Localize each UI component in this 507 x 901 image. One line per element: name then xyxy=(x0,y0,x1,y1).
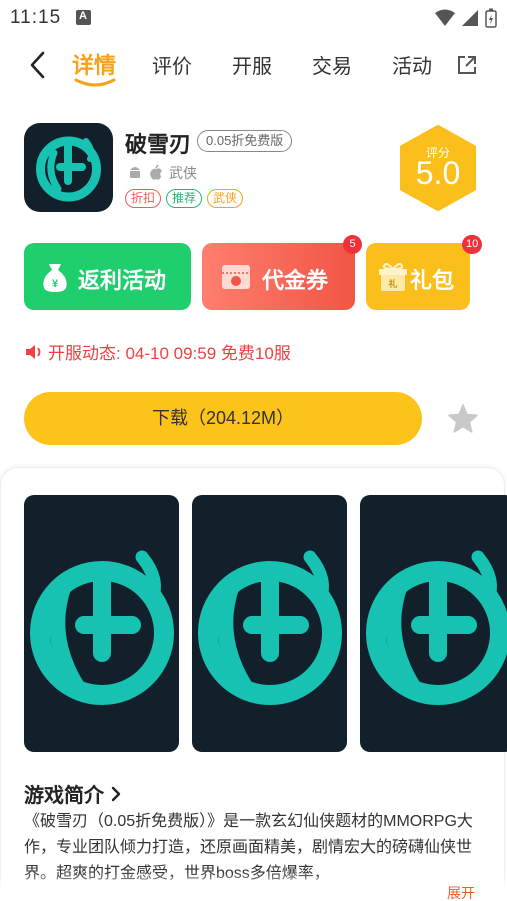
android-icon xyxy=(130,167,140,178)
game-logo-icon xyxy=(198,550,342,705)
svg-text:¥: ¥ xyxy=(52,278,59,290)
status-bar: 11:15 xyxy=(0,0,507,36)
tag-genre: 武侠 xyxy=(207,189,244,208)
wifi-icon xyxy=(435,9,455,26)
game-logo-icon xyxy=(36,136,101,202)
share-external-icon[interactable] xyxy=(456,54,478,76)
gift-box-icon: 礼 xyxy=(379,263,407,291)
voucher-count-badge: 5 xyxy=(343,235,362,254)
tab-trade[interactable]: 交易 xyxy=(312,50,352,79)
intro-title[interactable]: 游戏简介 xyxy=(24,779,122,808)
apple-icon xyxy=(150,165,162,180)
chevron-right-icon xyxy=(111,786,121,801)
app-name: 破雪刃 xyxy=(125,132,192,157)
active-tab-underline xyxy=(74,78,116,87)
version-badge: 0.05折免费版 xyxy=(197,130,293,152)
notification-a-icon xyxy=(76,10,91,25)
platform-row: 武侠 xyxy=(127,163,197,183)
back-arrow-icon[interactable] xyxy=(24,50,54,80)
gift-count-badge: 10 xyxy=(462,235,483,254)
rating-value: 5.0 xyxy=(415,155,461,191)
voucher-ticket-icon xyxy=(222,265,250,289)
svg-text:礼: 礼 xyxy=(388,278,397,289)
status-time: 11:15 xyxy=(10,7,62,28)
tag-recommended: 推荐 xyxy=(166,189,203,208)
gift-button[interactable]: 礼 礼包 10 xyxy=(366,235,483,310)
battery-icon xyxy=(485,8,497,28)
server-news[interactable]: 开服动态: 04-10 09:59 免费10服 xyxy=(24,339,291,364)
rebate-label: 返利活动 xyxy=(78,268,167,293)
rating-badge: 评分 5.0 xyxy=(398,125,478,211)
expand-button[interactable]: 展开 xyxy=(447,883,475,901)
money-bag-icon: ¥ xyxy=(43,264,67,292)
voucher-label: 代金券 xyxy=(262,268,329,293)
tab-reviews[interactable]: 评价 xyxy=(152,50,192,79)
gift-label: 礼包 xyxy=(410,268,455,293)
screenshot-item[interactable] xyxy=(24,495,179,752)
intro-title-text: 游戏简介 xyxy=(24,785,104,807)
tab-events[interactable]: 活动 xyxy=(392,50,432,79)
game-logo-icon xyxy=(366,550,507,705)
tab-servers[interactable]: 开服 xyxy=(232,50,272,79)
screenshot-item[interactable] xyxy=(360,495,507,752)
speaker-icon xyxy=(26,344,41,359)
rebate-button[interactable]: ¥ 返利活动 xyxy=(24,243,191,310)
download-button[interactable]: 下载（204.12M） xyxy=(24,392,422,445)
game-logo-icon xyxy=(30,550,174,705)
status-icons xyxy=(435,8,497,28)
favorite-star-icon[interactable] xyxy=(447,403,479,435)
detail-tab-bar: 详情 评价 开服 交易 活动 xyxy=(0,40,507,96)
app-category: 武侠 xyxy=(169,165,197,181)
signal-icon xyxy=(462,10,478,26)
screenshot-item[interactable] xyxy=(192,495,347,752)
tab-detail[interactable]: 详情 xyxy=(72,48,116,80)
server-news-text: 开服动态: 04-10 09:59 免费10服 xyxy=(48,344,291,363)
voucher-button[interactable]: 代金券 5 xyxy=(202,235,362,310)
intro-fade xyxy=(0,872,507,901)
app-tags: 折扣 推荐 武侠 xyxy=(125,189,244,208)
app-icon xyxy=(24,123,113,212)
screenshot-gallery[interactable] xyxy=(24,495,507,752)
tag-discount: 折扣 xyxy=(125,189,162,208)
